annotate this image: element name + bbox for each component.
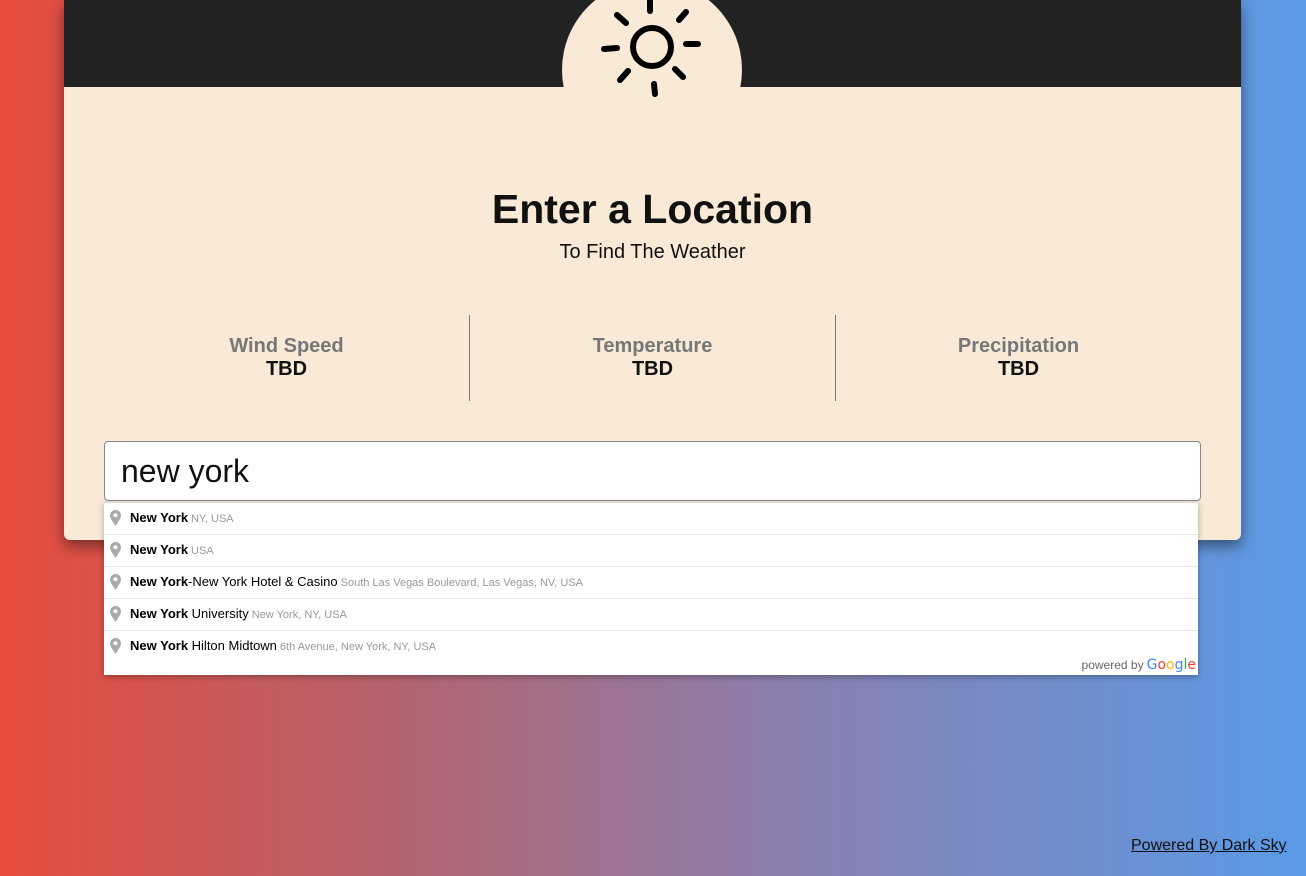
stat-label: Wind Speed: [229, 335, 344, 357]
suggestion-rest: Hilton Midtown: [188, 638, 277, 653]
location-search-input[interactable]: [104, 441, 1201, 501]
stat-precipitation: Precipitation TBD: [835, 315, 1201, 401]
suggestion-match: New York: [130, 606, 189, 621]
suggestion-secondary: 6th Avenue, New York, NY, USA: [279, 641, 437, 653]
page-subtitle: To Find The Weather: [559, 241, 746, 263]
suggestion-secondary: USA: [191, 545, 214, 557]
suggestion-secondary: NY, USA: [191, 513, 234, 525]
suggestion-item[interactable]: New York University New York, NY, USA: [104, 598, 1198, 630]
powered-by-google: powered by Google: [1082, 657, 1196, 673]
suggestion-item[interactable]: New York NY, USA: [104, 503, 1198, 534]
autocomplete-dropdown: New York NY, USA New York USA New York-New…: [104, 502, 1198, 675]
suggestion-secondary: New York, NY, USA: [251, 609, 347, 621]
stat-wind-speed: Wind Speed TBD: [104, 315, 469, 401]
suggestion-item[interactable]: New York USA: [104, 534, 1198, 566]
stat-value: TBD: [265, 358, 308, 380]
stat-value: TBD: [631, 358, 674, 380]
map-pin-icon: [110, 510, 121, 526]
sun-icon: [601, 0, 701, 97]
map-pin-icon: [110, 606, 121, 622]
suggestion-match: New York: [130, 510, 189, 525]
google-logo: Google: [1146, 657, 1196, 673]
stat-value: TBD: [997, 358, 1040, 380]
map-pin-icon: [110, 542, 121, 558]
suggestion-match: New York: [130, 638, 189, 653]
suggestion-rest: University: [188, 606, 249, 621]
suggestion-item[interactable]: New York-New York Hotel & Casino South La…: [104, 566, 1198, 598]
suggestion-match: New York: [130, 542, 189, 557]
map-pin-icon: [110, 638, 121, 654]
dark-sky-link[interactable]: Powered By Dark Sky: [1131, 837, 1287, 855]
stat-label: Temperature: [592, 335, 713, 357]
stat-temperature: Temperature TBD: [469, 315, 835, 401]
powered-by-label: powered by: [1081, 658, 1144, 672]
map-pin-icon: [110, 574, 121, 590]
weather-stats: Wind Speed TBD Temperature TBD Precipita…: [104, 315, 1201, 401]
stat-label: Precipitation: [957, 335, 1080, 357]
page-title: Enter a Location: [491, 186, 814, 232]
suggestion-item[interactable]: New York Hilton Midtown 6th Avenue, New Y…: [104, 630, 1198, 662]
suggestion-secondary: South Las Vegas Boulevard, Las Vegas, NV…: [340, 577, 583, 589]
suggestion-match: New York: [130, 574, 189, 589]
suggestion-rest: -New York Hotel & Casino: [188, 574, 338, 589]
